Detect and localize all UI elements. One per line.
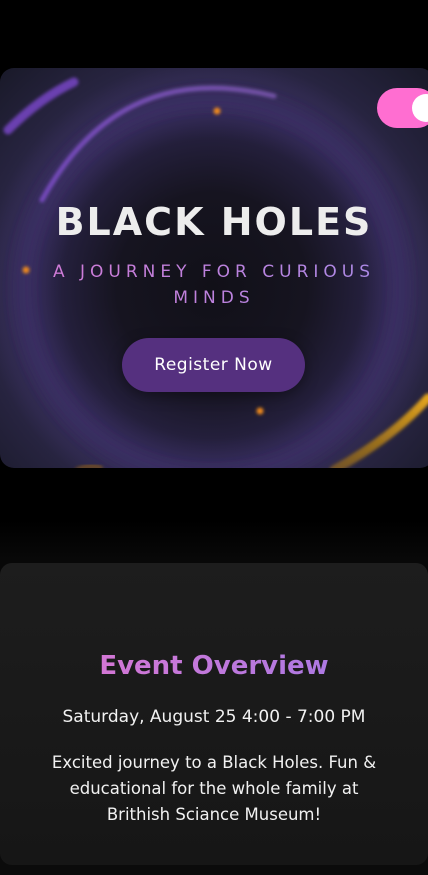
event-description: Excited journey to a Black Holes. Fun & … bbox=[51, 752, 377, 824]
star-dot bbox=[256, 407, 264, 415]
purple-arc-outer bbox=[3, 77, 79, 135]
event-date-time: Saturday, August 25 4:00 - 7:00 PM bbox=[62, 707, 366, 727]
hero-title: BLACK HOLES bbox=[55, 200, 373, 245]
hero-subtitle: A JOURNEY FOR CURIOUS MINDS bbox=[30, 259, 398, 311]
theme-toggle[interactable] bbox=[377, 88, 428, 128]
overview-title: Event Overview bbox=[0, 649, 428, 683]
event-overview-card: Event Overview Saturday, August 25 4:00 … bbox=[0, 563, 428, 865]
star-dot bbox=[22, 266, 30, 274]
toggle-knob[interactable] bbox=[412, 94, 428, 122]
gold-arc-bottom bbox=[75, 463, 103, 468]
star-dot bbox=[213, 107, 221, 115]
register-now-button[interactable]: Register Now bbox=[122, 338, 305, 392]
hero-card: BLACK HOLES A JOURNEY FOR CURIOUS MINDS … bbox=[0, 68, 428, 468]
